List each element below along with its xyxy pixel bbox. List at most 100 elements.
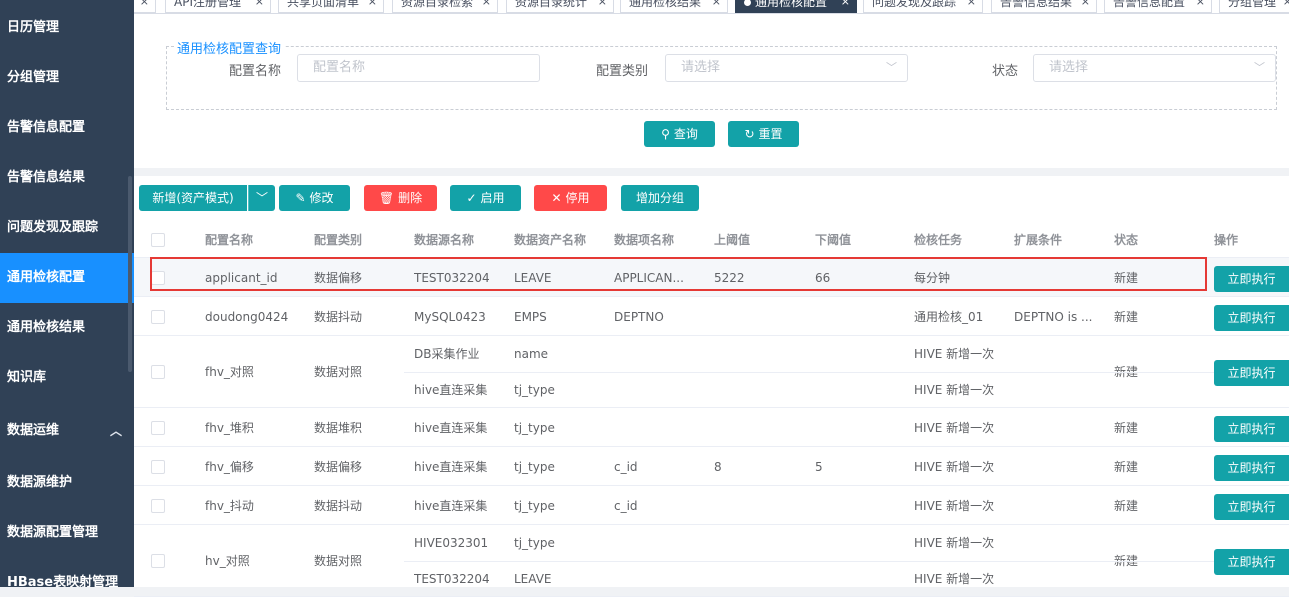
column-header: 下阈值 <box>815 233 852 247</box>
run-now-button[interactable]: 立即执行 <box>1214 493 1289 520</box>
sidebar-item-check-config[interactable]: 通用检核配置 <box>0 253 134 303</box>
cell-name: fhv_对照 <box>205 365 254 379</box>
config-name-input[interactable]: 配置名称 <box>297 54 540 82</box>
tab-api-register[interactable]: API注册管理 × <box>165 0 271 13</box>
add-dropdown-toggle[interactable]: ﹀ <box>248 185 275 211</box>
cell-source: hive直连采集 <box>414 498 488 513</box>
cell-type: 数据堆积 <box>314 420 363 435</box>
sidebar-item-label: 问题发现及跟踪 <box>7 220 99 235</box>
add-group-button[interactable]: 增加分组 <box>621 185 699 211</box>
tab-alert-config[interactable]: 告警信息配置 × <box>1104 0 1212 13</box>
table-row[interactable]: hv_对照 数据对照 新建 HIVE032301 tj_type HIVE 新增一次 TES… <box>134 525 1289 597</box>
close-icon[interactable]: × <box>598 0 607 12</box>
column-header: 数据项名称 <box>614 233 675 247</box>
row-checkbox[interactable] <box>151 420 165 435</box>
disable-button[interactable]: ✕ 停用 <box>534 185 607 211</box>
column-header: 检核任务 <box>914 233 963 247</box>
cell-asset: tj_type <box>514 459 555 474</box>
sidebar-item-issue-tracking[interactable]: 问题发现及跟踪 <box>0 203 134 253</box>
reset-button-label: 重置 <box>758 127 783 141</box>
sidebar-item-knowledge[interactable]: 知识库 <box>0 353 134 403</box>
config-type-label: 配置类别 <box>596 64 649 79</box>
row-checkbox[interactable] <box>151 309 165 324</box>
tab-prev[interactable]: × <box>134 0 156 13</box>
sidebar-item-calendar[interactable]: 日历管理 <box>0 3 134 53</box>
sidebar-item-label: 数据源配置管理 <box>7 525 99 540</box>
close-icon[interactable]: × <box>1196 0 1205 12</box>
select-all-checkbox[interactable] <box>151 233 165 247</box>
cell-type: 数据对照 <box>314 554 363 568</box>
close-icon[interactable]: × <box>368 0 377 12</box>
close-icon[interactable]: × <box>140 0 149 12</box>
config-name-label: 配置名称 <box>229 64 282 79</box>
run-now-button[interactable]: 立即执行 <box>1214 304 1289 331</box>
tab-resource-stats[interactable]: 资源目录统计 × <box>506 0 614 13</box>
chevron-down-icon: ﹀ <box>886 61 897 74</box>
run-now-button[interactable]: 立即执行 <box>1214 265 1289 292</box>
tab-share-pages[interactable]: 共享页面清单 × <box>278 0 384 13</box>
sidebar-item-label: 分组管理 <box>7 70 60 85</box>
tab-alert-result[interactable]: 告警信息结果 × <box>991 0 1097 13</box>
sidebar-item-alert-config[interactable]: 告警信息配置 <box>0 103 134 153</box>
sub-row-divider <box>404 372 1289 373</box>
sidebar-item-hbase-mapping[interactable]: HBase表映射管理 <box>0 558 134 587</box>
search-button[interactable]: ⚲ 查询 <box>644 121 715 147</box>
table-row[interactable]: doudong0424 数据抖动 DEPTNO is ... 新建 MySQL0423 E… <box>134 297 1289 336</box>
table-row[interactable]: fhv_对照 数据对照 新建 DB采集作业 name HIVE 新增一次 hive直连采集 t… <box>134 336 1289 408</box>
column-header: 配置名称 <box>205 233 254 247</box>
sidebar-item-check-result[interactable]: 通用检核结果 <box>0 303 134 353</box>
run-now-button[interactable]: 立即执行 <box>1214 549 1289 575</box>
close-icon[interactable]: × <box>1283 0 1289 12</box>
sidebar-item-datasource[interactable]: 数据源维护 <box>0 458 134 508</box>
tab-label: 分组管理 <box>1228 0 1277 9</box>
sidebar-item-label: 日历管理 <box>7 20 60 35</box>
status-select[interactable]: 请选择 ﹀ <box>1033 54 1276 82</box>
table-row[interactable]: fhv_偏移 数据偏移 8 5 新建 hive直连采集 tj_type c_id HIVE 新增… <box>134 447 1289 486</box>
run-now-button[interactable]: 立即执行 <box>1214 454 1289 481</box>
close-icon[interactable]: × <box>712 0 721 12</box>
tab-resource-search[interactable]: 资源目录检索 × <box>392 0 498 13</box>
tab-label: 通用检核配置 <box>755 0 828 9</box>
table-row[interactable]: fhv_堆积 数据堆积 新建 hive直连采集 tj_type HIVE 新增一次 立即执行 <box>134 408 1289 447</box>
table-row[interactable]: fhv_抖动 数据抖动 新建 hive直连采集 tj_type c_id HIVE 新增一次… <box>134 486 1289 525</box>
enable-button[interactable]: ✓ 启用 <box>450 185 521 211</box>
tab-label: 共享页面清单 <box>287 0 360 9</box>
delete-button[interactable]: 🗑 删除 <box>364 185 437 211</box>
cell-upper: 8 <box>714 459 722 474</box>
run-now-button[interactable]: 立即执行 <box>1214 360 1289 386</box>
run-now-button[interactable]: 立即执行 <box>1214 415 1289 442</box>
tab-group-manage[interactable]: 分组管理 × <box>1219 0 1289 13</box>
row-checkbox[interactable] <box>151 554 165 568</box>
close-icon[interactable]: × <box>255 0 264 12</box>
close-icon[interactable]: × <box>967 0 976 12</box>
cell-source: hive直连采集 <box>414 420 488 435</box>
close-icon[interactable]: × <box>482 0 491 12</box>
reset-button[interactable]: ↻ 重置 <box>728 121 799 147</box>
add-asset-mode-button[interactable]: 新增(资产模式) <box>139 185 247 211</box>
cell-item: c_id <box>614 498 638 513</box>
edit-button[interactable]: ✎ 修改 <box>279 185 350 211</box>
chevron-down-icon: ﹀ <box>255 191 268 205</box>
tab-check-result[interactable]: 通用检核结果 × <box>620 0 728 13</box>
row-checkbox[interactable] <box>151 459 165 474</box>
row-checkbox[interactable] <box>151 365 165 379</box>
sidebar-item-alert-result[interactable]: 告警信息结果 <box>0 153 134 203</box>
sidebar-item-datasource-config[interactable]: 数据源配置管理 <box>0 508 134 558</box>
cell-name: hv_对照 <box>205 554 250 568</box>
tab-check-config[interactable]: 通用检核配置 × <box>735 0 857 13</box>
highlight-box <box>150 257 1207 291</box>
add-button-label: 新增(资产模式) <box>152 191 234 205</box>
sidebar-scrollbar[interactable] <box>128 176 132 372</box>
row-checkbox[interactable] <box>151 498 165 513</box>
close-icon[interactable]: × <box>1081 0 1090 12</box>
sidebar-item-data-ops[interactable]: 数据运维 ︿ <box>0 406 134 456</box>
sidebar-item-group[interactable]: 分组管理 <box>0 53 134 103</box>
tab-issue-tracking[interactable]: 问题发现及跟踪 × <box>863 0 983 13</box>
cell-asset: tj_type <box>514 420 555 435</box>
close-icon[interactable]: × <box>841 0 850 12</box>
sidebar-item-label: 通用检核结果 <box>7 320 86 335</box>
config-type-select[interactable]: 请选择 ﹀ <box>665 54 908 82</box>
cell-lower: 5 <box>815 459 823 474</box>
cell-source: hive直连采集 <box>414 383 488 397</box>
add-group-button-label: 增加分组 <box>635 191 684 205</box>
